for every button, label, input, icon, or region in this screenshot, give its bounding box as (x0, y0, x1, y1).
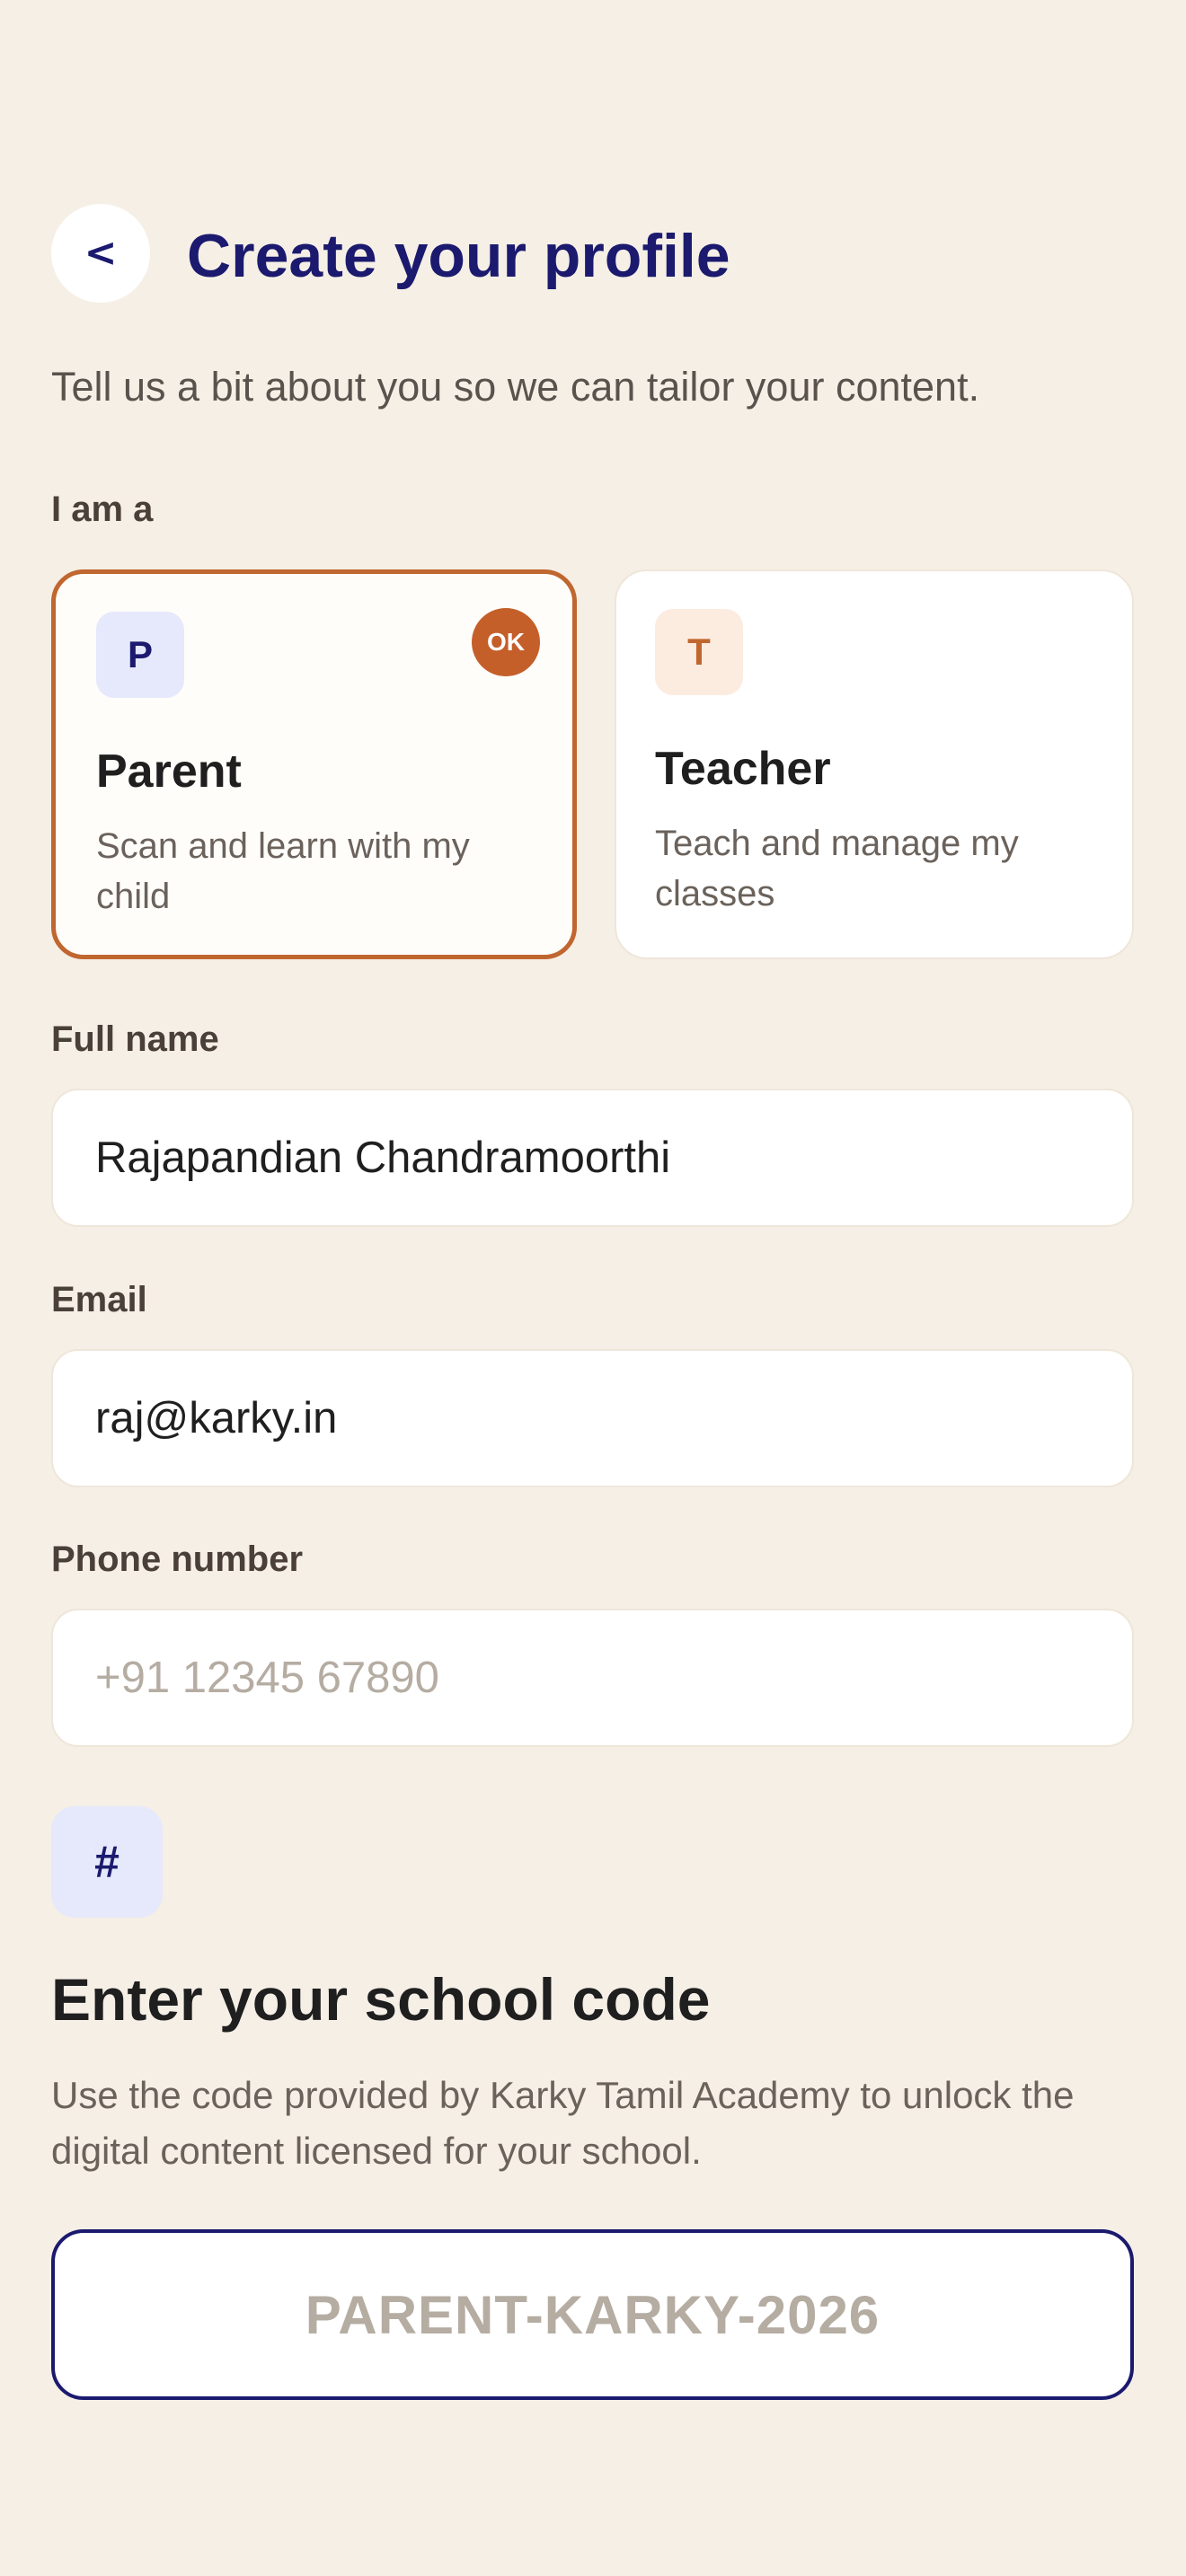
role-name-parent: Parent (96, 745, 242, 798)
email-value: raj@karky.in (95, 1394, 338, 1442)
email-field[interactable]: raj@karky.in (51, 1349, 1134, 1487)
role-desc-parent: Scan and learn with my child (96, 826, 470, 916)
school-code-description: Use the code provided by Karky Tamil Aca… (51, 2074, 1075, 2172)
role-card-parent[interactable]: P OK Parent Scan and learn with my child (51, 569, 577, 959)
phone-field[interactable]: +91 12345 67890 (51, 1609, 1134, 1747)
full-name-value: Rajapandian Chandramoorthi (95, 1134, 671, 1182)
phone-placeholder: +91 12345 67890 (95, 1654, 439, 1702)
phone-label: Phone number (51, 1539, 304, 1579)
teacher-avatar: T (655, 609, 743, 695)
role-name-teacher: Teacher (655, 743, 831, 795)
role-desc-teacher: Teach and manage my classes (655, 824, 1019, 913)
school-code-placeholder: PARENT-KARKY-2026 (305, 2284, 881, 2345)
school-code-title: Enter your school code (51, 1966, 711, 2033)
check-badge-icon: OK (472, 608, 540, 676)
back-button[interactable]: < (51, 204, 150, 303)
school-code-input[interactable]: PARENT-KARKY-2026 (51, 2229, 1134, 2400)
role-card-teacher[interactable]: T Teacher Teach and manage my classes (615, 569, 1134, 959)
back-arrow-icon: < (84, 230, 118, 276)
parent-avatar: P (96, 612, 184, 698)
page-subtitle: Tell us a bit about you so we can tailor… (51, 364, 980, 410)
email-label: Email (51, 1280, 147, 1319)
full-name-label: Full name (51, 1019, 219, 1059)
full-name-field[interactable]: Rajapandian Chandramoorthi (51, 1089, 1134, 1227)
hash-icon: # (51, 1806, 163, 1918)
page-title: Create your profile (187, 222, 730, 290)
role-section-label: I am a (51, 490, 154, 529)
